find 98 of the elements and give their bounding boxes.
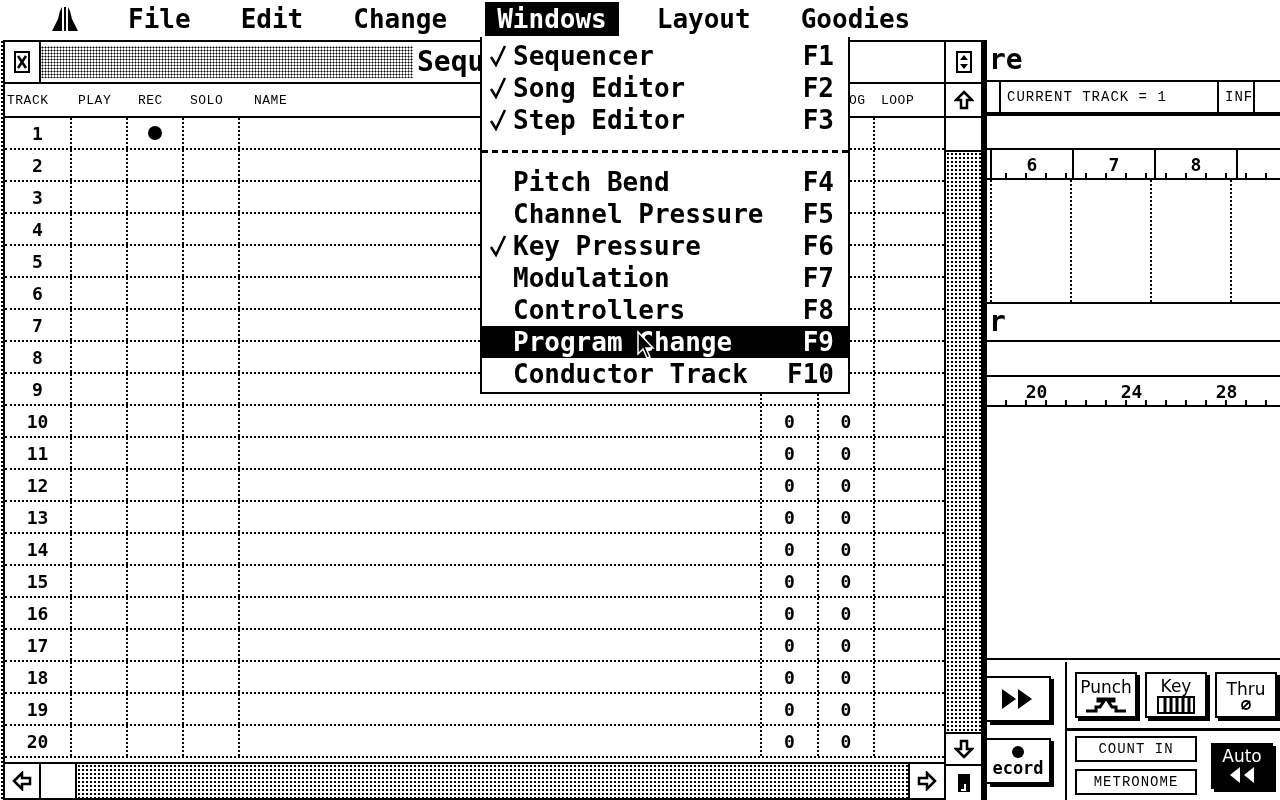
table-cell: 0 [784, 730, 795, 752]
size-box-icon[interactable] [955, 772, 972, 794]
table-cell: 0 [784, 474, 795, 496]
metronome-button[interactable]: METRONOME [1075, 769, 1197, 795]
track-number: 1 [32, 122, 43, 144]
auto-rewind-button[interactable]: Auto [1211, 742, 1273, 789]
table-cell: 0 [784, 698, 795, 720]
table-row[interactable]: 20 0 0 [5, 726, 944, 758]
table-row[interactable]: 14 0 0 [5, 534, 944, 566]
full-box-icon[interactable] [955, 51, 972, 73]
table-cell: 0 [784, 538, 795, 560]
key-button[interactable]: Key [1145, 672, 1207, 718]
column-header: OG [848, 92, 867, 108]
checkmark-icon [488, 76, 507, 100]
table-cell: 0 [840, 730, 852, 752]
close-icon[interactable] [14, 51, 30, 73]
zero-slash-icon [1240, 698, 1252, 711]
table-cell: 0 [840, 538, 852, 560]
record-dot-icon [1011, 745, 1025, 759]
scroll-track[interactable] [946, 152, 981, 734]
record-dot-icon[interactable] [147, 125, 163, 141]
atari-logo-icon[interactable] [50, 4, 80, 33]
column-header: TRACK [6, 92, 50, 108]
ruler-number: 8 [1190, 153, 1202, 175]
table-row[interactable]: 11 0 0 [5, 438, 944, 470]
column-header: LOOP [880, 92, 916, 108]
track-number: 7 [32, 314, 43, 336]
table-cell: 0 [840, 410, 852, 432]
table-cell: 0 [840, 506, 852, 528]
table-cell: 0 [840, 570, 852, 592]
track-number: 3 [32, 186, 43, 208]
rewind-icon [1228, 766, 1256, 784]
table-cell: 0 [840, 474, 852, 496]
column-header: PLAY [77, 92, 113, 108]
scroll-up-arrow-icon[interactable] [953, 90, 974, 110]
table-cell: 0 [784, 666, 795, 688]
menu-title[interactable]: Windows [485, 1, 619, 36]
track-number: 2 [32, 154, 43, 176]
track-number: 15 [26, 570, 49, 592]
table-cell: 0 [840, 442, 852, 464]
table-cell: 0 [840, 634, 852, 656]
fast-forward-button[interactable] [987, 676, 1051, 722]
table-row[interactable]: 13 0 0 [5, 502, 944, 534]
table-row[interactable]: 10 0 0 [5, 406, 944, 438]
track-number: 14 [26, 538, 49, 560]
ruler-number: 24 [1120, 380, 1143, 402]
track-number: 9 [32, 378, 43, 400]
piano-keys-icon [1157, 695, 1195, 714]
table-row[interactable]: 12 0 0 [5, 470, 944, 502]
ruler-number: 7 [1108, 153, 1120, 175]
table-row[interactable]: 19 0 0 [5, 694, 944, 726]
table-cell: 0 [840, 698, 852, 720]
table-cell: 0 [784, 410, 795, 432]
scroll-down-arrow-icon[interactable] [953, 739, 974, 759]
track-number: 12 [26, 474, 49, 496]
track-number: 19 [26, 698, 49, 720]
track-number: 5 [32, 250, 43, 272]
track-number: 11 [26, 442, 49, 464]
info-text: INF [1219, 82, 1256, 112]
track-number: 13 [26, 506, 49, 528]
table-row[interactable]: 18 0 0 [5, 662, 944, 694]
track-number: 4 [32, 218, 43, 240]
info-text: CURRENT TRACK = 1 [1001, 82, 1219, 112]
punch-icon [1084, 696, 1128, 713]
column-header: REC [137, 92, 164, 108]
record-button[interactable]: ecord [987, 738, 1051, 784]
table-row[interactable]: 17 0 0 [5, 630, 944, 662]
table-row[interactable]: 16 0 0 [5, 598, 944, 630]
track-number: 20 [26, 730, 49, 752]
punch-button[interactable]: Punch [1075, 672, 1137, 718]
column-header: SOLO [189, 92, 225, 108]
ruler-number: 28 [1215, 380, 1238, 402]
thru-button[interactable]: Thru [1215, 672, 1277, 718]
window-title: re [987, 40, 1280, 82]
ruler-number: 6 [1026, 153, 1038, 175]
table-cell: 0 [784, 570, 795, 592]
table-cell: 0 [784, 442, 795, 464]
table-row[interactable]: 15 0 0 [5, 566, 944, 598]
table-cell: 0 [784, 602, 795, 624]
table-cell: 0 [784, 506, 795, 528]
ruler-number: 20 [1025, 380, 1048, 402]
table-cell: 0 [784, 634, 795, 656]
scroll-right-arrow-icon[interactable] [917, 771, 937, 791]
window-title: r [987, 304, 1280, 342]
track-number: 17 [26, 634, 49, 656]
checkmark-icon [488, 108, 507, 132]
track-number: 8 [32, 346, 43, 368]
column-header: NAME [253, 92, 289, 108]
track-number: 10 [26, 410, 49, 432]
scroll-left-arrow-icon[interactable] [12, 771, 32, 791]
checkmark-icon [488, 44, 507, 68]
track-number: 18 [26, 666, 49, 688]
table-cell: 0 [840, 666, 852, 688]
track-number: 16 [26, 602, 49, 624]
track-number: 6 [32, 282, 43, 304]
checkmark-icon [488, 234, 507, 258]
count-in-button[interactable]: COUNT IN [1075, 736, 1197, 762]
table-cell: 0 [840, 602, 852, 624]
